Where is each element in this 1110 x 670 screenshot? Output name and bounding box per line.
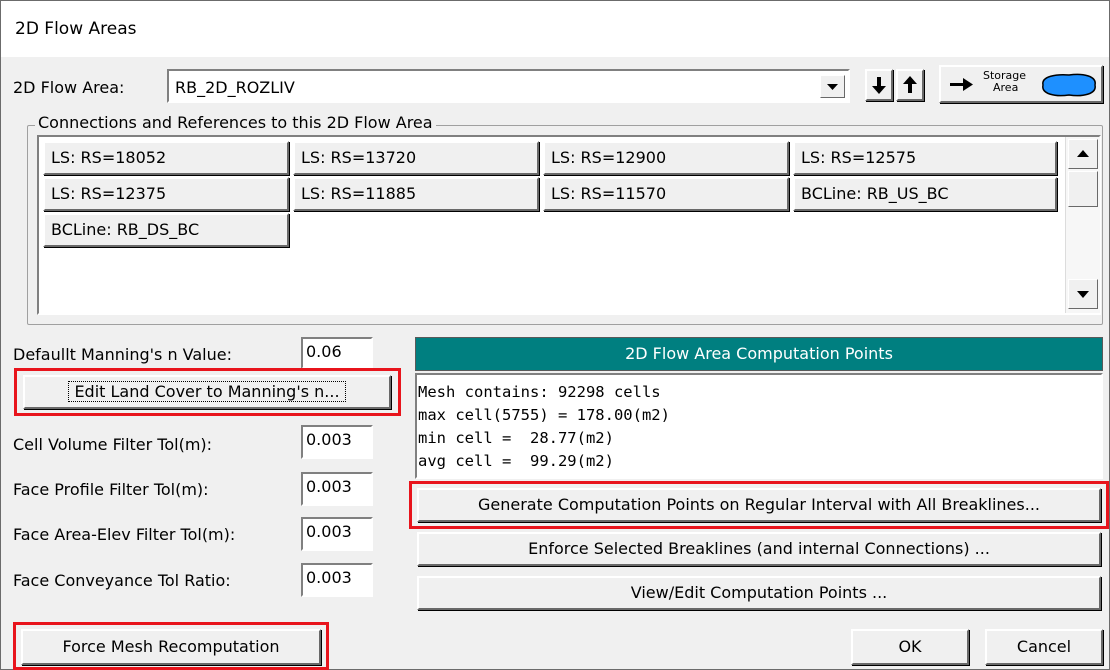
enforce-breaklines-button[interactable]: Enforce Selected Breaklines (and interna… bbox=[417, 532, 1101, 566]
connection-button[interactable]: LS: RS=13720 bbox=[293, 141, 539, 175]
ok-button[interactable]: OK bbox=[851, 629, 969, 665]
filter-label-face-area-elev: Face Area-Elev Filter Tol(m): bbox=[13, 525, 236, 544]
mesh-info-line: max cell(5755) = 178.00(m2) bbox=[418, 406, 670, 424]
dropdown-arrow-button[interactable] bbox=[820, 75, 845, 98]
chevron-down-icon bbox=[1077, 291, 1089, 298]
face-conveyance-input[interactable]: 0.003 bbox=[301, 563, 373, 597]
highlight-generate-points bbox=[409, 481, 1109, 529]
connection-button[interactable]: LS: RS=18052 bbox=[43, 141, 289, 175]
filter-label-cell-volume: Cell Volume Filter Tol(m): bbox=[13, 435, 213, 454]
arrow-down-icon bbox=[872, 77, 886, 94]
mesh-info-line: Mesh contains: 92298 cells bbox=[418, 383, 661, 401]
highlight-force-mesh bbox=[13, 622, 329, 670]
chevron-down-icon bbox=[827, 84, 838, 90]
connection-button[interactable]: LS: RS=12375 bbox=[43, 177, 289, 211]
flow-area-value: RB_2D_ROZLIV bbox=[175, 78, 295, 97]
move-down-button[interactable] bbox=[865, 69, 893, 101]
scroll-down-button[interactable] bbox=[1068, 279, 1098, 309]
manning-label: Defaullt Manning's n Value: bbox=[13, 345, 232, 364]
mesh-info-line: avg cell = 99.29(m2) bbox=[418, 452, 614, 470]
storage-area-icon bbox=[1042, 73, 1096, 97]
cell-volume-input[interactable]: 0.003 bbox=[301, 425, 373, 459]
connections-title: Connections and References to this 2D Fl… bbox=[35, 113, 436, 132]
connection-button[interactable]: LS: RS=11570 bbox=[543, 177, 789, 211]
arrow-up-icon bbox=[903, 76, 917, 93]
scroll-thumb[interactable] bbox=[1068, 171, 1098, 207]
cancel-button[interactable]: Cancel bbox=[985, 629, 1103, 665]
flow-area-label: 2D Flow Area: bbox=[13, 78, 125, 97]
connection-button[interactable]: LS: RS=11885 bbox=[293, 177, 539, 211]
connection-button[interactable]: BCLine: RB_US_BC bbox=[793, 177, 1057, 211]
arrow-right-icon bbox=[950, 78, 973, 91]
connection-button[interactable]: LS: RS=12575 bbox=[793, 141, 1057, 175]
connections-scrollbar[interactable] bbox=[1065, 137, 1100, 313]
dialog-window: 2D Flow Areas 2D Flow Area: RB_2D_ROZLIV… bbox=[0, 0, 1110, 670]
move-up-button[interactable] bbox=[896, 69, 924, 101]
storage-area-button[interactable]: Storage Area bbox=[939, 65, 1103, 103]
connection-button[interactable]: LS: RS=12900 bbox=[543, 141, 789, 175]
flow-area-select[interactable]: RB_2D_ROZLIV bbox=[167, 69, 850, 103]
computation-header: 2D Flow Area Computation Points bbox=[415, 337, 1103, 371]
storage-label-bottom: Area bbox=[993, 81, 1019, 94]
connection-button[interactable]: BCLine: RB_DS_BC bbox=[43, 213, 289, 247]
connections-list: LS: RS=18052 LS: RS=13720 LS: RS=12900 L… bbox=[37, 135, 1101, 315]
window-title: 2D Flow Areas bbox=[15, 19, 137, 39]
scroll-up-button[interactable] bbox=[1068, 139, 1098, 169]
view-edit-points-button[interactable]: View/Edit Computation Points ... bbox=[417, 576, 1101, 610]
manning-input[interactable]: 0.06 bbox=[301, 337, 373, 369]
chevron-up-icon bbox=[1077, 150, 1089, 157]
face-profile-input[interactable]: 0.003 bbox=[301, 472, 373, 506]
title-bar: 2D Flow Areas bbox=[1, 1, 1109, 57]
highlight-edit-land-cover bbox=[14, 368, 401, 416]
mesh-info-line: min cell = 28.77(m2) bbox=[418, 429, 614, 447]
filter-label-face-profile: Face Profile Filter Tol(m): bbox=[13, 480, 209, 499]
mesh-info-box: Mesh contains: 92298 cells max cell(5755)… bbox=[415, 373, 1103, 479]
face-area-elev-input[interactable]: 0.003 bbox=[301, 517, 373, 551]
filter-label-face-conveyance: Face Conveyance Tol Ratio: bbox=[13, 571, 231, 590]
